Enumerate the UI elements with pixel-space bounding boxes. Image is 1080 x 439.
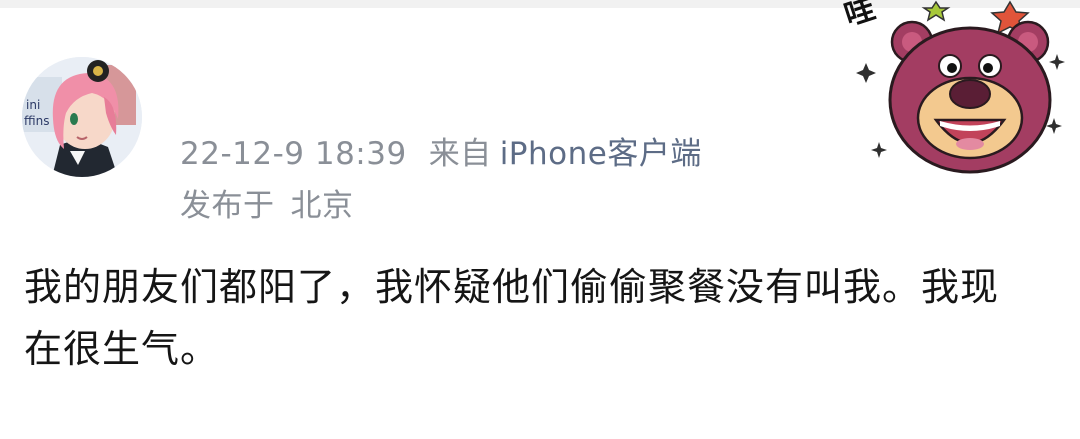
source-prefix: 来自 <box>428 136 492 172</box>
sticker-exclamation: 哇 <box>840 0 879 34</box>
location-prefix: 发布于 <box>180 188 275 224</box>
avatar-text-1: ini <box>26 98 40 112</box>
source-client-link[interactable]: iPhone客户端 <box>500 136 702 172</box>
user-avatar[interactable]: ini ffins <box>22 57 142 177</box>
sparkle-icon <box>856 63 876 83</box>
post-timestamp: 22-12-9 18:39 <box>180 136 407 172</box>
sparkle-icon <box>1049 54 1065 70</box>
sparkle-icon <box>1046 118 1062 134</box>
avatar-illustration: ini ffins <box>22 57 142 177</box>
post-location: 发布于 北京 <box>180 180 354 225</box>
strawberry-bear-icon: 哇 <box>840 0 1080 190</box>
sparkle-icon <box>871 142 887 158</box>
star-icon <box>921 0 951 22</box>
avatar-text-2: ffins <box>24 114 49 128</box>
location-city: 北京 <box>290 188 354 224</box>
post-content: 我的朋友们都阳了，我怀疑他们偷偷聚餐没有叫我。我现在很生气。 <box>24 265 1000 371</box>
post-meta: 22-12-9 18:39 来自 iPhone客户端 <box>180 128 702 173</box>
